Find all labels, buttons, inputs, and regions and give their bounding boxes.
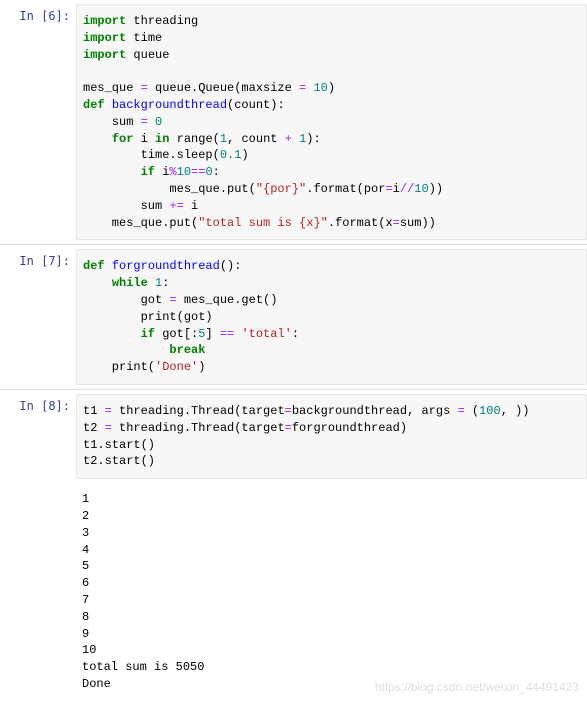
- notebook: In [6]:import threading import time impo…: [0, 0, 587, 701]
- output-content: 1 2 3 4 5 6 7 8 9 10 total sum is 5050 D…: [76, 483, 587, 701]
- code-cell[interactable]: In [8]:t1 = threading.Thread(target=back…: [0, 390, 587, 701]
- code-content[interactable]: import threading import time import queu…: [76, 4, 587, 240]
- prompt-label: In [7]:: [0, 245, 76, 389]
- code-cell[interactable]: In [6]:import threading import time impo…: [0, 0, 587, 245]
- code-cell[interactable]: In [7]:def forgroundthread(): while 1: g…: [0, 245, 587, 390]
- code-content[interactable]: def forgroundthread(): while 1: got = me…: [76, 249, 587, 385]
- prompt-label: In [8]:: [0, 390, 76, 701]
- prompt-label: In [6]:: [0, 0, 76, 244]
- code-content[interactable]: t1 = threading.Thread(target=backgroundt…: [76, 394, 587, 479]
- watermark: https://blog.csdn.net/weixin_44491423: [375, 679, 579, 696]
